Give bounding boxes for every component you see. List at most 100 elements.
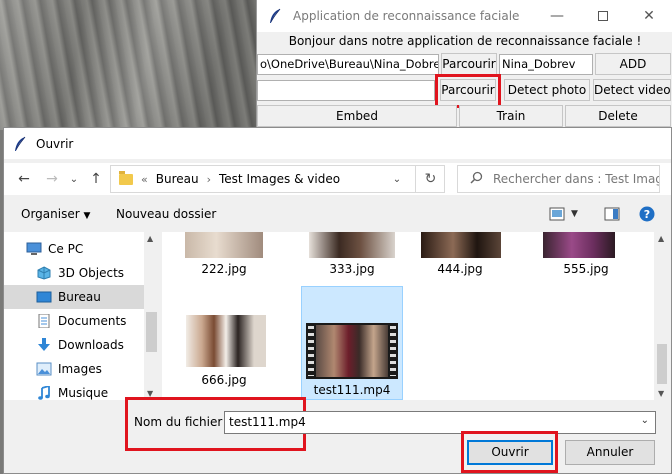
file-name: 555.jpg	[563, 262, 609, 276]
file-item-666[interactable]: 666.jpg	[173, 294, 275, 400]
nav-label: Documents	[58, 314, 127, 328]
scroll-up-icon[interactable]: ▲	[658, 234, 664, 243]
scroll-up-icon[interactable]: ▲	[147, 234, 153, 243]
nav-scrollbar[interactable]: ▲ ▼	[144, 232, 159, 400]
file-scrollbar[interactable]: ▲ ▼	[654, 232, 670, 400]
file-name: 444.jpg	[437, 262, 483, 276]
file-item-555[interactable]: 555.jpg	[535, 232, 637, 286]
nav-scrollbar-thumb[interactable]	[146, 312, 157, 352]
search-placeholder: Rechercher dans : Test Imag...	[493, 172, 660, 186]
maximize-icon[interactable]	[580, 0, 626, 32]
folder-icon	[119, 170, 133, 185]
image-thumbnail	[309, 232, 395, 258]
open-file-dialog: Ouvrir ← → ⌄ ↑ « Bureau › Test Images & …	[3, 127, 672, 474]
file-name: 333.jpg	[329, 262, 375, 276]
file-item-333[interactable]: 333.jpg	[301, 232, 403, 286]
app-titlebar[interactable]: Application de reconnaissance faciale — …	[257, 0, 672, 32]
file-name: test111.mp4	[313, 383, 391, 397]
file-name: 222.jpg	[201, 262, 247, 276]
embed-button[interactable]: Embed	[257, 105, 457, 127]
person-name-input[interactable]: Nina_Dobrev	[499, 54, 593, 75]
train-button[interactable]: Train	[459, 105, 563, 127]
nav-item-ce-pc[interactable]: Ce PC	[4, 237, 144, 261]
desktop-background	[0, 0, 262, 130]
dialog-titlebar[interactable]: Ouvrir	[4, 128, 671, 159]
nav-item-musique[interactable]: Musique	[4, 381, 144, 405]
chevron-down-icon: ▼	[83, 211, 91, 221]
file-list-pane: 222.jpg 333.jpg 444.jpg 555.jpg 666.jpg …	[162, 232, 654, 400]
file-item-test111[interactable]: test111.mp4	[301, 286, 403, 400]
search-input[interactable]: Rechercher dans : Test Imag...	[457, 165, 660, 193]
help-icon[interactable]: ?	[639, 205, 655, 223]
image-thumbnail	[186, 315, 266, 367]
breadcrumb-overflow[interactable]: «	[141, 173, 148, 186]
forward-arrow-icon[interactable]: →	[42, 169, 62, 189]
image-thumbnail	[185, 232, 263, 258]
file-item-222[interactable]: 222.jpg	[173, 232, 275, 286]
cube-icon	[36, 266, 52, 280]
breadcrumb-test-images[interactable]: Test Images & video	[219, 172, 340, 186]
breadcrumb-separator-icon: ›	[206, 172, 211, 186]
chevron-down-icon[interactable]: ⌄	[641, 415, 649, 426]
delete-button[interactable]: Delete	[565, 105, 671, 127]
face-recognition-app-window: Application de reconnaissance faciale — …	[256, 0, 672, 130]
nav-label: Musique	[58, 386, 109, 400]
scroll-down-icon[interactable]: ▼	[658, 389, 664, 398]
search-icon	[470, 171, 483, 187]
desktop-icon	[36, 290, 52, 304]
view-options-icon[interactable]: ▼	[549, 205, 578, 223]
detect-video-button[interactable]: Detect video	[593, 79, 671, 101]
folder-path-input[interactable]: o\OneDrive\Bureau\Nina_Dobrev	[257, 54, 439, 75]
address-dropdown-icon[interactable]: ⌄	[387, 169, 407, 189]
filename-label: Nom du fichier :	[134, 415, 231, 429]
up-arrow-icon[interactable]: ↑	[86, 169, 106, 189]
nav-item-images[interactable]: Images	[4, 357, 144, 381]
nav-item-documents[interactable]: Documents	[4, 309, 144, 333]
file-scrollbar-thumb[interactable]	[657, 344, 667, 384]
nav-item-bureau[interactable]: Bureau	[4, 285, 144, 309]
documents-icon	[36, 313, 52, 329]
music-icon	[36, 384, 52, 400]
dialog-title: Ouvrir	[36, 136, 74, 151]
greeting-text: Bonjour dans notre application de reconn…	[288, 34, 642, 48]
breadcrumb-bureau[interactable]: Bureau	[156, 172, 199, 186]
feather-icon	[267, 8, 283, 24]
back-arrow-icon[interactable]: ←	[14, 169, 34, 189]
minimize-icon[interactable]: —	[534, 0, 580, 32]
navigation-pane: Ce PC 3D Objects Bureau Documents Downlo…	[4, 232, 159, 400]
app-title: Application de reconnaissance faciale	[293, 9, 520, 23]
browse-folder-button[interactable]: Parcourir	[441, 53, 497, 75]
refresh-icon[interactable]: ↻	[415, 165, 445, 193]
nav-item-3d-objects[interactable]: 3D Objects	[4, 261, 144, 285]
file-item-444[interactable]: 444.jpg	[409, 232, 511, 286]
download-icon	[36, 338, 52, 352]
cancel-button[interactable]: Annuler	[565, 440, 655, 465]
open-button[interactable]: Ouvrir	[467, 440, 553, 465]
add-button[interactable]: ADD	[595, 53, 671, 75]
nav-label: Downloads	[58, 338, 124, 352]
address-row: ← → ⌄ ↑ « Bureau › Test Images & video ⌄…	[4, 163, 671, 195]
nav-label: Images	[58, 362, 102, 376]
film-strip-right	[390, 326, 396, 376]
feather-icon	[12, 136, 28, 152]
image-path-input[interactable]	[257, 80, 435, 101]
video-thumbnail	[306, 323, 398, 379]
nav-item-downloads[interactable]: Downloads	[4, 333, 144, 357]
nav-label: 3D Objects	[58, 266, 125, 280]
nav-label: Ce PC	[48, 242, 84, 256]
recent-chevron-icon[interactable]: ⌄	[64, 169, 84, 189]
dialog-toolbar: Organiser ▼ Nouveau dossier ▼ ?	[4, 200, 671, 228]
organize-menu[interactable]: Organiser ▼	[21, 207, 90, 221]
images-icon	[36, 362, 52, 376]
new-folder-button[interactable]: Nouveau dossier	[116, 207, 216, 221]
pc-icon	[26, 242, 42, 256]
close-icon[interactable]: ✕	[626, 0, 672, 32]
video-frame	[316, 325, 388, 377]
image-thumbnail	[421, 232, 501, 258]
preview-pane-icon[interactable]	[604, 205, 620, 223]
highlight-browse-box	[435, 74, 501, 108]
organize-label: Organiser	[21, 207, 80, 221]
filename-input[interactable]: test111.mp4 ⌄	[224, 411, 656, 434]
svg-text:?: ?	[644, 208, 650, 221]
detect-photo-button[interactable]: Detect photo	[504, 79, 590, 101]
